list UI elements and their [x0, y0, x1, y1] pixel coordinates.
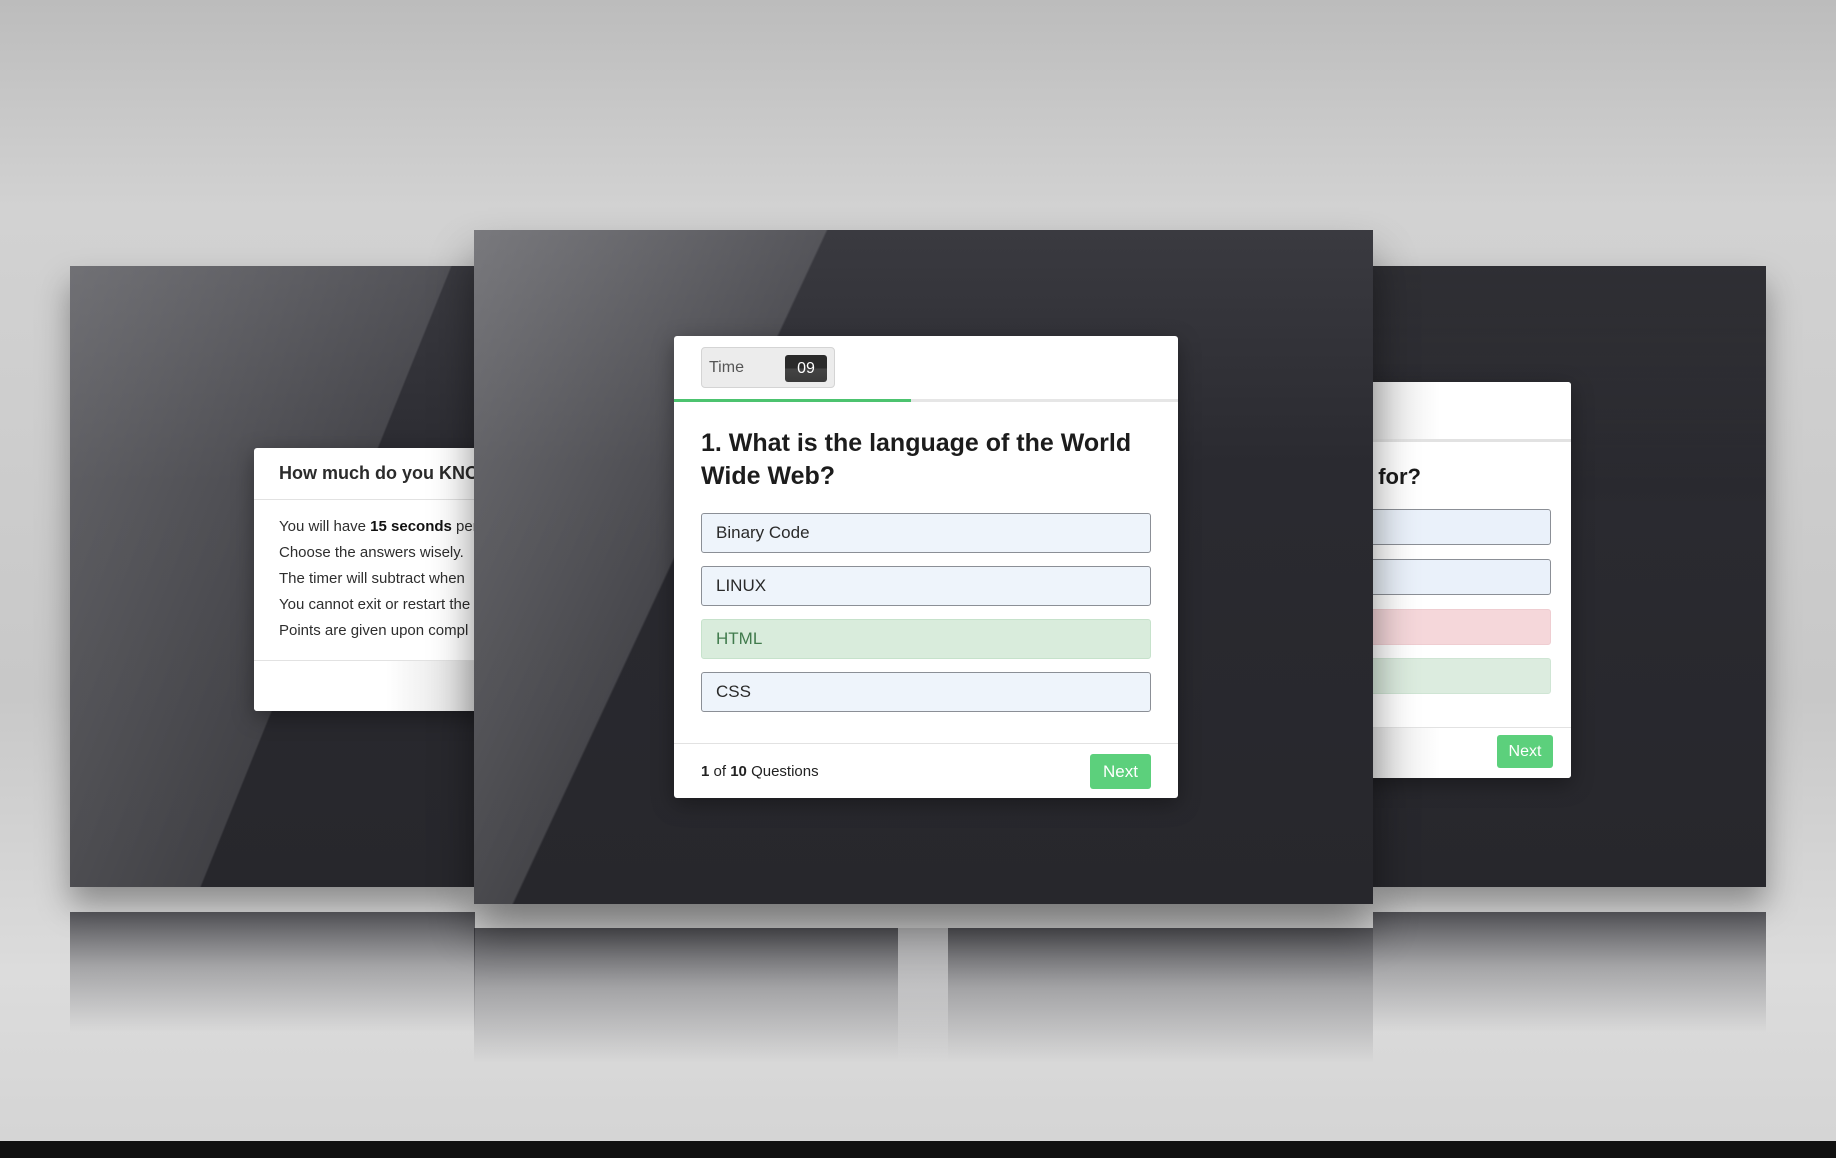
rules-list: You will have 15 seconds per Choose the …	[254, 500, 475, 644]
question-counter: 1 of 10 Questions	[701, 763, 819, 780]
rule-item: You cannot exit or restart the	[279, 596, 471, 613]
result-option[interactable]	[1373, 559, 1551, 595]
quiz-screen: Time 09 1. What is the language of the W…	[474, 230, 1373, 904]
result-footer: Next	[1373, 727, 1571, 778]
question-text: 1. What is the language of the World Wid…	[701, 429, 1132, 490]
option-linux[interactable]: LINUX	[701, 566, 1151, 606]
result-card: and for? Next	[1373, 382, 1571, 778]
timer-label: Time	[709, 359, 744, 376]
floor-reflection	[70, 912, 475, 1032]
bottom-bar	[0, 1141, 1836, 1158]
option-html-correct[interactable]: HTML	[701, 619, 1151, 659]
rules-title: How much do you KNO	[254, 448, 475, 500]
result-option[interactable]	[1373, 509, 1551, 545]
quiz-footer: 1 of 10 Questions Next	[674, 743, 1178, 798]
option-binary-code[interactable]: Binary Code	[701, 513, 1151, 553]
reflection-highlight	[898, 928, 948, 1063]
floor-reflection	[1373, 912, 1766, 1032]
result-option-wrong[interactable]	[1373, 609, 1551, 645]
rules-card: How much do you KNO You will have 15 sec…	[254, 448, 475, 711]
next-button[interactable]: Next	[1090, 754, 1151, 789]
option-css[interactable]: CSS	[701, 672, 1151, 712]
rule-item: The timer will subtract when	[279, 570, 465, 587]
result-option-correct[interactable]	[1373, 658, 1551, 694]
quiz-header: Time 09	[674, 336, 1178, 402]
result-question: and for?	[1373, 464, 1421, 489]
result-screen: and for? Next	[1373, 266, 1766, 887]
time-progress-line	[674, 399, 911, 402]
result-card-header	[1373, 382, 1571, 442]
rules-footer	[254, 660, 475, 711]
rule-item: Points are given upon compl	[279, 622, 469, 639]
option-list: Binary Code LINUX HTML CSS	[674, 493, 1178, 712]
quiz-card: Time 09 1. What is the language of the W…	[674, 336, 1178, 798]
next-button[interactable]: Next	[1497, 735, 1553, 768]
rule-item: You will have 15 seconds per	[279, 518, 475, 535]
intro-screen: How much do you KNO You will have 15 sec…	[70, 266, 475, 887]
timer: Time 09	[701, 347, 835, 388]
floor-reflection	[474, 928, 1373, 1063]
timer-value: 09	[785, 355, 827, 382]
rule-item: Choose the answers wisely.	[279, 544, 464, 561]
